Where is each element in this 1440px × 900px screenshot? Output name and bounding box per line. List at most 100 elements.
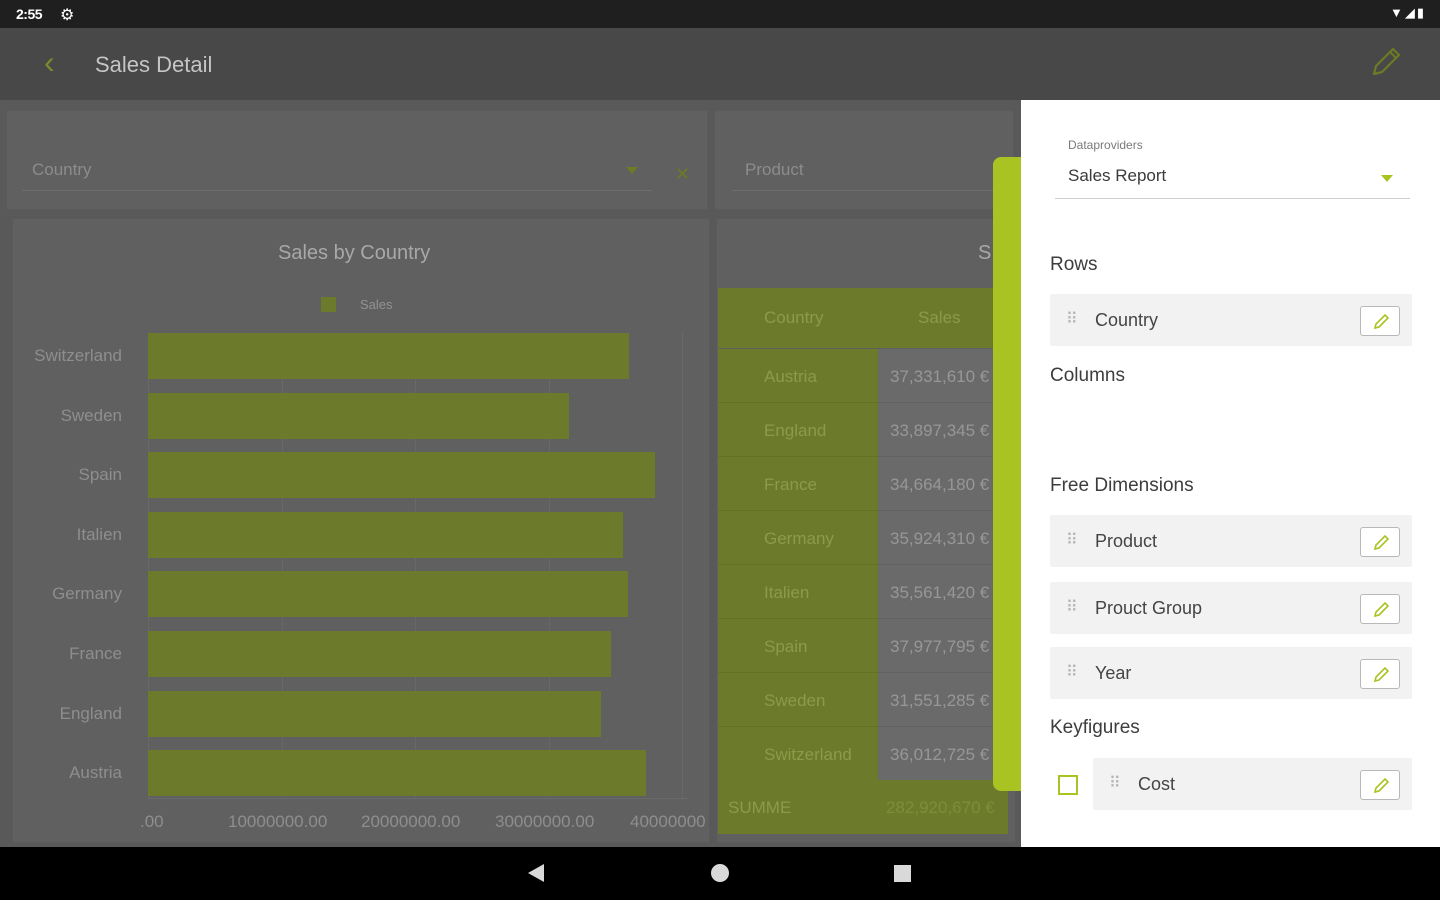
dataprovider-underline bbox=[1055, 198, 1410, 199]
legend-swatch bbox=[321, 297, 336, 312]
pencil-icon[interactable] bbox=[1366, 42, 1406, 82]
pencil-icon bbox=[1373, 601, 1390, 618]
x-tick-label: 40000000 bbox=[630, 812, 706, 831]
edit-dimension-button[interactable] bbox=[1360, 594, 1400, 624]
table-cell-sales: 36,012,725 € bbox=[878, 727, 1008, 781]
chart-bar[interactable] bbox=[148, 333, 629, 379]
country-filter-input[interactable]: Country bbox=[32, 160, 92, 180]
keyfigure-item[interactable]: ⠿ Cost bbox=[1093, 758, 1412, 810]
gear-icon: ⚙ bbox=[60, 7, 75, 24]
table-cell-text: France bbox=[764, 475, 817, 494]
drag-handle-icon[interactable]: ⠿ bbox=[1066, 662, 1079, 682]
table-cell-text: 36,012,725 € bbox=[890, 745, 990, 764]
drag-handle-icon[interactable]: ⠿ bbox=[1109, 773, 1122, 793]
table-cell-text: Italien bbox=[764, 583, 810, 602]
table-header-country[interactable]: Country bbox=[764, 308, 824, 328]
chart-bar[interactable] bbox=[148, 571, 628, 617]
table-cell-sales: 35,924,310 € bbox=[878, 511, 1008, 565]
nav-home-icon[interactable] bbox=[711, 864, 729, 882]
pencil-icon bbox=[1373, 777, 1390, 794]
table-cell-country: Italien bbox=[718, 565, 878, 619]
table-cell-text: 31,551,285 € bbox=[890, 691, 990, 710]
chart-bar[interactable] bbox=[148, 691, 601, 737]
chart-bar[interactable] bbox=[148, 512, 623, 558]
chevron-down-icon[interactable] bbox=[1381, 175, 1393, 182]
table-cell-text: Switzerland bbox=[764, 745, 852, 764]
table-cell-sales: 37,331,610 € bbox=[878, 349, 1008, 403]
dimension-item[interactable]: ⠿ Prouct Group bbox=[1050, 582, 1412, 634]
dataproviders-caption: Dataproviders bbox=[1068, 138, 1143, 152]
table-cell-country: England bbox=[718, 403, 878, 457]
free-dimensions-section-title: Free Dimensions bbox=[1050, 475, 1194, 496]
table-cell-text: England bbox=[764, 421, 827, 440]
table-cell-sales: 31,551,285 € bbox=[878, 673, 1008, 727]
close-icon[interactable]: ✕ bbox=[675, 164, 690, 185]
edit-dimension-button[interactable] bbox=[1360, 659, 1400, 689]
sum-label: SUMME bbox=[728, 798, 792, 817]
country-filter-card bbox=[6, 110, 708, 210]
table-cell-sales: 35,561,420 € bbox=[878, 565, 1008, 619]
table-cell-sales: 34,664,180 € bbox=[878, 457, 1008, 511]
table-cell-text: Austria bbox=[764, 367, 817, 386]
dimension-label: Prouct Group bbox=[1095, 598, 1203, 618]
dimension-label: Year bbox=[1095, 663, 1132, 683]
drag-handle-icon[interactable]: ⠿ bbox=[1066, 530, 1079, 550]
app-screen: 2:55 ⚙ ▼◢▮ ‹ Sales Detail Country ✕ Prod… bbox=[0, 0, 1440, 900]
sum-value: 282,920,670 € bbox=[886, 798, 995, 817]
x-tick-label: 20000000.00 bbox=[361, 812, 461, 831]
drawer-handle[interactable] bbox=[993, 157, 1023, 791]
pencil-icon bbox=[1373, 666, 1390, 683]
x-axis-line bbox=[148, 798, 688, 799]
y-category-label: Germany bbox=[52, 584, 122, 603]
x-tick-label: 10000000.00 bbox=[228, 812, 328, 831]
chevron-down-icon[interactable] bbox=[626, 167, 638, 174]
product-filter-underline bbox=[732, 190, 1002, 191]
table-cell-country: Spain bbox=[718, 619, 878, 673]
table-cell-country: Austria bbox=[718, 349, 878, 403]
dimension-item[interactable]: ⠿ Year bbox=[1050, 647, 1412, 699]
chart-bar[interactable] bbox=[148, 452, 655, 498]
y-category-label: Austria bbox=[69, 763, 122, 782]
keyfigures-section-title: Keyfigures bbox=[1050, 717, 1140, 738]
dimension-label: Product bbox=[1095, 531, 1158, 551]
keyfigure-checkbox[interactable] bbox=[1058, 775, 1078, 795]
edit-dimension-button[interactable] bbox=[1360, 306, 1400, 336]
table-header-sales[interactable]: Sales bbox=[918, 308, 961, 328]
columns-section-title: Columns bbox=[1050, 365, 1125, 386]
chart-bar[interactable] bbox=[148, 631, 611, 677]
chart-bar[interactable] bbox=[148, 393, 569, 439]
table-cell-text: 37,977,795 € bbox=[890, 637, 990, 656]
y-category-label: Italien bbox=[76, 525, 122, 544]
x-tick-label: 30000000.00 bbox=[495, 812, 595, 831]
pencil-icon bbox=[1373, 313, 1390, 330]
dimension-item[interactable]: ⠿ Country bbox=[1050, 294, 1412, 346]
nav-recents-icon[interactable] bbox=[894, 865, 911, 882]
drag-handle-icon[interactable]: ⠿ bbox=[1066, 597, 1079, 617]
table-cell-text: Sweden bbox=[764, 691, 826, 710]
y-category-label: England bbox=[59, 704, 122, 723]
edit-dimension-button[interactable] bbox=[1360, 527, 1400, 557]
table-cell-text: 35,561,420 € bbox=[890, 583, 990, 602]
status-time: 2:55 bbox=[16, 6, 43, 22]
table-cell-country: Switzerland bbox=[718, 727, 878, 781]
dataprovider-select[interactable]: Sales Report bbox=[1068, 166, 1166, 186]
drag-handle-icon[interactable]: ⠿ bbox=[1066, 309, 1079, 329]
pencil-icon bbox=[1373, 534, 1390, 551]
table-cell-country: Sweden bbox=[718, 673, 878, 727]
table-cell-text: 34,664,180 € bbox=[890, 475, 990, 494]
chevron-left-icon[interactable]: ‹ bbox=[44, 46, 55, 78]
table-cell-text: Spain bbox=[764, 637, 808, 656]
system-navigation-bar bbox=[0, 847, 1440, 900]
chart-bar[interactable] bbox=[148, 750, 646, 796]
chart-gridline bbox=[682, 332, 683, 798]
system-status-icons: ▼◢▮ bbox=[1389, 5, 1426, 20]
rows-section-title: Rows bbox=[1050, 254, 1098, 275]
edit-keyfigure-button[interactable] bbox=[1360, 770, 1400, 800]
dimension-item[interactable]: ⠿ Product bbox=[1050, 515, 1412, 567]
product-filter-input[interactable]: Product bbox=[745, 160, 804, 180]
y-category-label: Sweden bbox=[60, 406, 122, 425]
country-filter-underline bbox=[22, 190, 652, 191]
table-cell-sales: 33,897,345 € bbox=[878, 403, 1008, 457]
y-category-label: Spain bbox=[78, 465, 122, 484]
nav-back-icon[interactable] bbox=[528, 864, 544, 882]
